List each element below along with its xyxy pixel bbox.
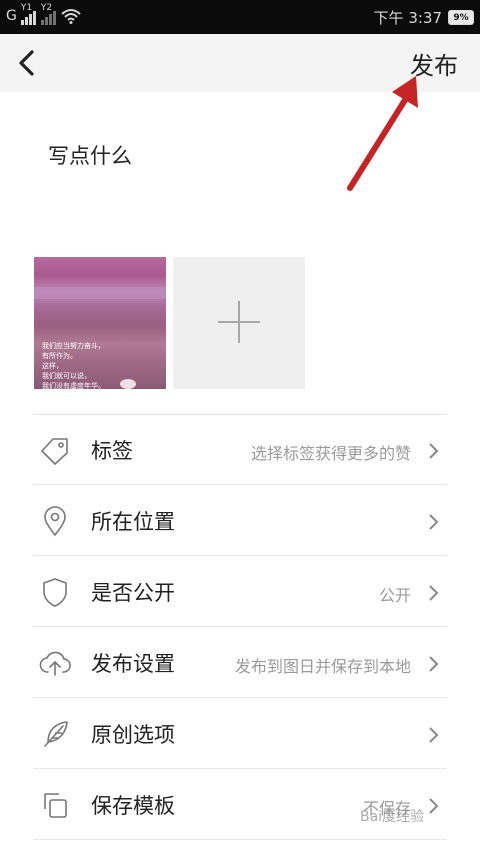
- chevron-right-icon: [429, 727, 439, 743]
- clock: 下午 3:37: [373, 9, 442, 27]
- feather-icon: [44, 721, 68, 747]
- row-label: 保存模板: [91, 794, 175, 818]
- row-label: 所在位置: [91, 510, 175, 534]
- signal-icon-sim2: Y2: [40, 3, 57, 25]
- compose-text-field[interactable]: 写点什么: [48, 140, 132, 170]
- watermark: Bai度经验: [360, 809, 425, 825]
- row-label: 是否公开: [91, 581, 175, 605]
- row-value: 发布到图日并保存到本地: [234, 657, 411, 676]
- image-thumbnail[interactable]: 我们应当努力奋斗， 有所作为。 这样， 我们就可以说， 我们没有虚度年华。: [34, 257, 166, 389]
- status-right: 下午 3:37 9%: [374, 7, 474, 28]
- battery-icon: 9%: [448, 10, 474, 25]
- row-label: 标签: [91, 439, 133, 463]
- tag-icon: [41, 438, 68, 465]
- chevron-right-icon: [429, 443, 439, 459]
- thumbnail-caption: 我们应当努力奋斗， 有所作为。 这样， 我们就可以说， 我们没有虚度年华。: [42, 342, 105, 389]
- row-save-template[interactable]: 保存模板 不保存: [33, 770, 447, 840]
- chevron-right-icon: [429, 514, 439, 530]
- status-left: G Y1 Y2: [6, 3, 81, 25]
- row-original[interactable]: 原创选项: [33, 699, 447, 769]
- sim1-label: Y1: [20, 3, 33, 13]
- chevron-right-icon: [429, 585, 439, 601]
- row-tags[interactable]: 标签 选择标签获得更多的赞: [33, 415, 447, 485]
- wifi-icon: [61, 9, 81, 24]
- location-pin-icon: [44, 506, 66, 537]
- row-location[interactable]: 所在位置: [33, 486, 447, 556]
- network-type-label: G: [6, 8, 17, 24]
- shield-icon: [43, 578, 67, 607]
- row-label: 原创选项: [91, 723, 175, 747]
- sim2-label: Y2: [40, 3, 53, 13]
- add-image-button[interactable]: [173, 257, 305, 389]
- annotation-arrow: [347, 76, 418, 191]
- row-publish-settings[interactable]: 发布设置 发布到图日并保存到本地: [33, 628, 447, 698]
- chevron-right-icon: [429, 656, 439, 672]
- chevron-right-icon: [429, 798, 439, 814]
- row-value: 选择标签获得更多的赞: [250, 444, 411, 463]
- chevron-left-icon[interactable]: [14, 48, 40, 78]
- copy-icon: [44, 793, 67, 818]
- status-bar: G Y1 Y2 下午 3:37 9%: [0, 0, 480, 34]
- cloud-upload-icon: [39, 651, 71, 676]
- row-public[interactable]: 是否公开 公开: [33, 557, 447, 627]
- row-label: 发布设置: [91, 652, 175, 676]
- signal-icon-sim1: Y1: [20, 3, 37, 25]
- row-value: 公开: [378, 586, 411, 605]
